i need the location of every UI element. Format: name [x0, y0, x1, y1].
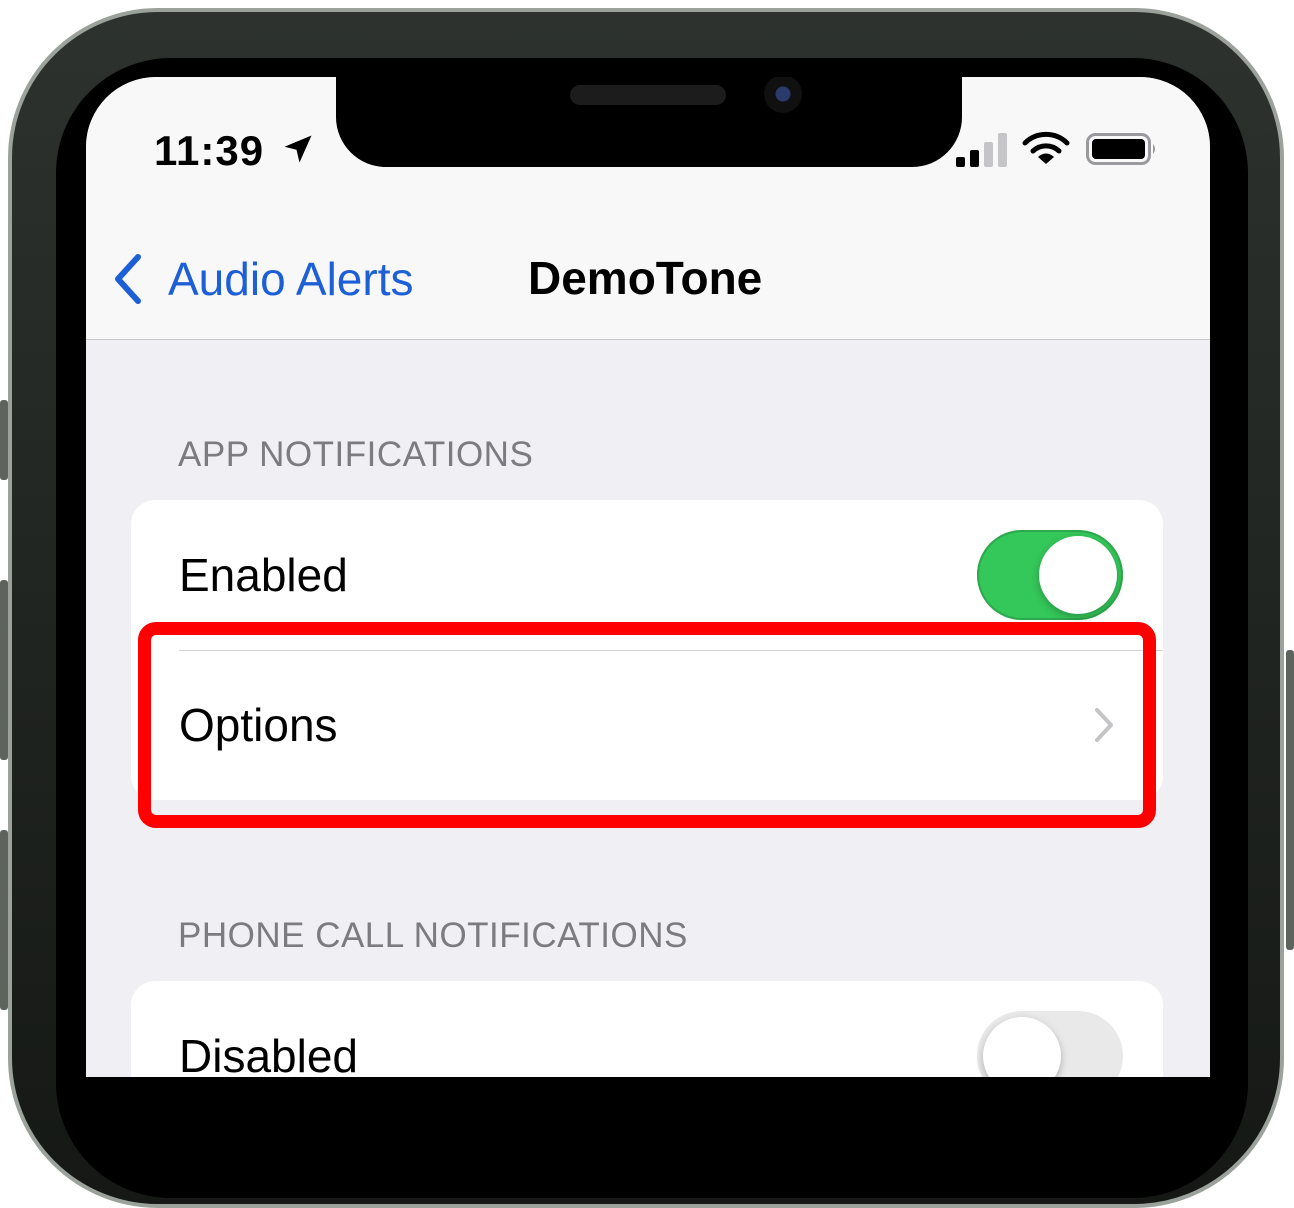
wifi-icon — [1022, 131, 1070, 164]
app-notifications-group: Enabled Options — [131, 500, 1163, 800]
phone-call-notifications-group: Disabled — [131, 981, 1163, 1077]
toggle-knob — [983, 1017, 1061, 1077]
front-camera — [764, 77, 802, 113]
disabled-label: Disabled — [179, 1030, 358, 1077]
disabled-row: Disabled — [131, 981, 1163, 1077]
side-button — [1286, 650, 1294, 950]
side-button — [0, 400, 8, 480]
navigation-bar: Audio Alerts DemoTone — [86, 237, 1210, 340]
section-header-app-notifications: APP NOTIFICATIONS — [178, 435, 534, 474]
cellular-signal-icon — [956, 133, 1007, 167]
enabled-toggle[interactable] — [977, 530, 1123, 620]
status-time: 11:39 — [154, 127, 265, 174]
toggle-knob — [1039, 536, 1117, 614]
section-header-phone-call-notifications: PHONE CALL NOTIFICATIONS — [178, 916, 688, 955]
side-button — [0, 580, 8, 760]
options-label: Options — [179, 699, 338, 751]
enabled-label: Enabled — [179, 549, 348, 601]
chevron-right-icon — [1095, 708, 1113, 742]
page-title: DemoTone — [528, 252, 763, 304]
back-button-label: Audio Alerts — [168, 253, 414, 305]
options-row[interactable]: Options — [131, 650, 1163, 800]
back-button[interactable]: Audio Alerts — [108, 249, 413, 309]
side-button — [0, 830, 8, 1010]
chevron-left-icon — [115, 254, 141, 304]
earpiece-speaker — [570, 85, 726, 105]
notch — [336, 77, 962, 167]
location-arrow-icon — [284, 135, 312, 163]
enabled-row: Enabled — [131, 500, 1163, 650]
phone-screen: 11:39 Audio Alerts DemoTone APP NOTIFICA… — [86, 77, 1210, 1077]
row-divider — [179, 650, 1163, 651]
phone-call-toggle[interactable] — [977, 1011, 1123, 1077]
battery-icon — [1086, 133, 1155, 165]
